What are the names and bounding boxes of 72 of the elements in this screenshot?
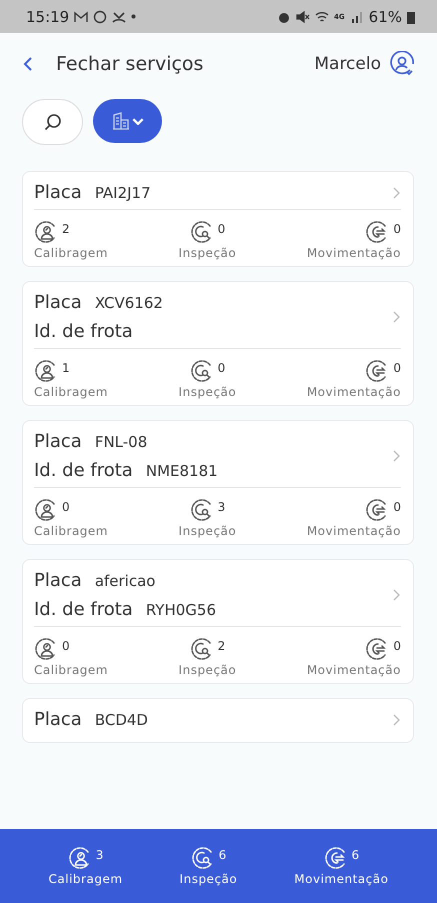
plate-value: FNL-08 [94,433,148,451]
signal-icon [350,10,364,24]
battery-icon [407,10,415,24]
building-icon [112,112,130,130]
service-count: 0 [218,222,226,236]
vehicle-card[interactable]: Placa XCV6162 Id. de frota 1 Calibragem 0 Inspeção 0 Movimentação [22,281,414,406]
service-count: 6 [218,848,226,862]
service-label: Inspeção [178,663,236,677]
service-count: 1 [62,361,70,375]
service-count: 0 [393,500,401,514]
plate-value: PAI2J17 [94,184,151,202]
service-count: 0 [393,639,401,653]
plate-label: Placa [34,709,82,730]
service-label: Inspeção [180,872,238,886]
fleet-id-label: Id. de frota [34,599,133,620]
service-count: 0 [62,639,70,653]
plate-label: Placa [34,182,82,203]
fleet-id-value: NME8181 [146,462,218,480]
service-label: Movimentação [306,524,401,538]
search-icon [42,112,62,132]
service-label: Movimentação [306,385,401,399]
plate-label: Placa [34,570,82,591]
user-name: Marcelo [314,54,381,74]
battery-level: 61% [368,8,402,26]
service-label: Inspeção [178,524,236,538]
status-time: 15:19 [26,8,70,26]
plate-value: XCV6162 [94,294,163,312]
service-count: 0 [393,361,401,375]
chevron-right-icon [391,588,401,602]
service-label: Calibragem [34,524,108,538]
page-title: Fechar serviços [56,53,204,75]
service-count: 3 [218,500,226,514]
vehicle-card[interactable]: Placa BCD4D [22,698,414,743]
service-label: Calibragem [48,872,123,886]
service-label: Movimentação [306,246,401,260]
service-count: 2 [62,222,70,236]
service-label: Calibragem [34,385,108,399]
chevron-right-icon [391,449,401,463]
dot-icon [131,14,136,19]
gauge-arrows-icon [324,846,348,870]
plate-value: BCD4D [94,711,148,729]
vehicle-card[interactable]: Placa FNL-08 Id. de frota NME8181 0 Calibragem 3 Inspeção 0 Movimentação [22,420,414,545]
plate-label: Placa [34,292,82,313]
vehicle-card[interactable]: Placa afericao Id. de frota RYH0G56 0 Calibragem 2 Inspeção 0 Movimentação [22,559,414,684]
user-icon[interactable] [389,51,415,77]
plate-value: afericao [94,572,156,590]
chevron-right-icon [391,186,401,200]
vehicle-card[interactable]: Placa PAI2J17 2 Calibragem 0 Inspeção 0 Movimentação [22,171,414,267]
service-count: 6 [352,848,360,862]
fleet-id-value: RYH0G56 [146,601,216,619]
service-label: Calibragem [34,663,108,677]
service-label: Calibragem [34,246,108,260]
mute-icon [296,10,310,24]
search-button[interactable] [22,99,83,145]
service-count: 3 [96,848,104,862]
chevron-right-icon [391,310,401,324]
wifi-icon [315,10,330,24]
fleet-id-label: Id. de frota [34,321,133,342]
service-count: 0 [218,361,226,375]
service-count: 0 [393,222,401,236]
fleet-id-label: Id. de frota [34,460,133,481]
mail-icon [74,10,88,24]
service-label: Movimentação [294,872,388,886]
service-count: 0 [62,500,70,514]
service-label: Movimentação [306,663,401,677]
service-label: Inspeção [178,385,236,399]
company-filter-button[interactable] [93,99,162,143]
plate-label: Placa [34,431,82,452]
service-count: 2 [218,639,226,653]
chevron-right-icon [391,712,401,726]
service-label: Inspeção [178,246,236,260]
caret-icon [132,118,144,124]
